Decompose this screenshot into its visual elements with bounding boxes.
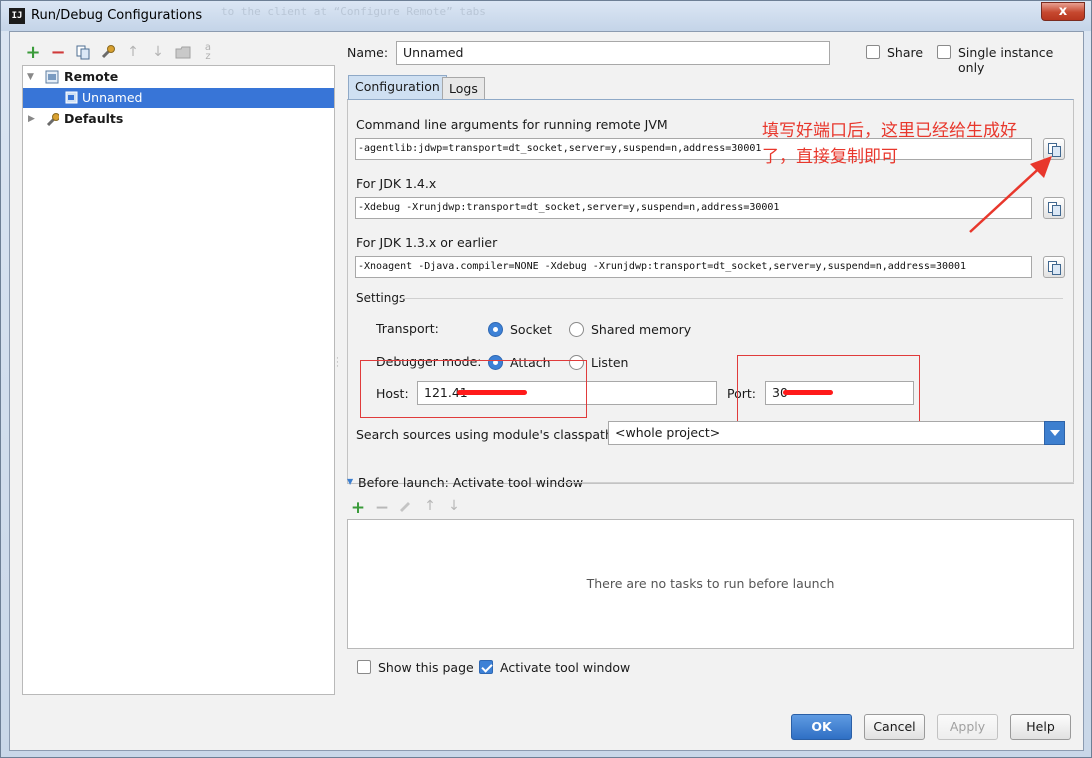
run-debug-configurations-dialog: IJ Run/Debug Configurations to the clien… xyxy=(0,0,1092,758)
mode-listen-label: Listen xyxy=(591,355,629,370)
transport-socket-label: Socket xyxy=(510,322,552,337)
copy-icon xyxy=(1052,264,1061,275)
search-sources-select[interactable]: <whole project> xyxy=(608,421,1065,445)
share-checkbox[interactable] xyxy=(866,45,880,59)
transport-label: Transport: xyxy=(376,321,439,336)
dialog-content: + − ↑ ↓ az ▼ Remote Unnamed ▶ Defaults ·… xyxy=(9,31,1084,751)
intellij-app-icon: IJ xyxy=(9,8,25,24)
tree-item-label: Defaults xyxy=(64,111,124,126)
transport-socket-radio[interactable] xyxy=(488,322,503,337)
copy-jdk13-button[interactable] xyxy=(1043,256,1065,278)
annotation-line-1: 填写好端口后，这里已经给生成好 xyxy=(762,121,1017,141)
port-highlight-box xyxy=(737,355,920,427)
jdk13-args-field[interactable]: -Xnoagent -Djava.compiler=NONE -Xdebug -… xyxy=(355,256,1032,278)
dropdown-arrow-icon[interactable] xyxy=(1044,421,1065,445)
transport-shared-memory-radio[interactable] xyxy=(569,322,584,337)
edit-task-pencil-icon[interactable] xyxy=(398,498,414,518)
expanded-arrow-icon[interactable]: ▼ xyxy=(27,67,34,87)
apply-button[interactable]: Apply xyxy=(937,714,998,740)
share-label: Share xyxy=(887,45,924,60)
tab-logs[interactable]: Logs xyxy=(442,77,485,99)
edit-defaults-wrench-icon[interactable] xyxy=(99,43,117,61)
single-instance-label: Single instance only xyxy=(958,45,1054,75)
jdk13-label: For JDK 1.3.x or earlier xyxy=(356,235,498,250)
task-down-icon[interactable]: ↓ xyxy=(446,498,462,518)
splitter-handle[interactable]: · · · xyxy=(336,355,339,372)
annotation-arrow-icon xyxy=(969,156,1052,233)
name-input[interactable]: Unnamed xyxy=(396,41,830,65)
folder-icon[interactable] xyxy=(174,43,192,61)
tree-item-label: Remote xyxy=(64,69,119,84)
jdk14-args-field[interactable]: -Xdebug -Xrunjdwp:transport=dt_socket,se… xyxy=(355,197,1032,219)
config-tree: ▼ Remote Unnamed ▶ Defaults xyxy=(22,65,335,695)
task-up-icon[interactable]: ↑ xyxy=(422,498,438,518)
search-sources-value: <whole project> xyxy=(615,425,721,440)
search-sources-label: Search sources using module's classpath: xyxy=(356,427,618,442)
collapsed-arrow-icon[interactable]: ▶ xyxy=(28,109,35,129)
activate-tool-window-checkbox[interactable] xyxy=(479,660,493,674)
config-tree-toolbar: + − ↑ ↓ az xyxy=(24,42,217,63)
no-tasks-message: There are no tasks to run before launch xyxy=(586,576,835,591)
add-config-icon[interactable]: + xyxy=(24,42,42,63)
close-window-button[interactable]: x xyxy=(1041,2,1085,21)
add-task-icon[interactable]: + xyxy=(350,498,366,518)
tree-item-remote[interactable]: ▼ Remote xyxy=(23,67,334,87)
remove-config-icon[interactable]: − xyxy=(49,42,67,63)
name-label: Name: xyxy=(347,45,389,60)
move-down-icon[interactable]: ↓ xyxy=(149,43,167,61)
background-window-text: to the client at “Configure Remote” tabs xyxy=(221,5,486,18)
before-launch-separator xyxy=(562,482,1074,483)
before-launch-title: Before launch: Activate tool window xyxy=(358,475,584,490)
before-launch-toolbar: + − ↑ ↓ xyxy=(350,498,462,518)
remote-config-icon xyxy=(45,70,59,84)
single-instance-checkbox[interactable] xyxy=(937,45,951,59)
defaults-wrench-icon xyxy=(46,113,59,126)
tree-item-unnamed[interactable]: Unnamed xyxy=(23,88,334,108)
tree-item-label: Unnamed xyxy=(82,90,143,105)
transport-shared-memory-label: Shared memory xyxy=(591,322,692,337)
tab-configuration[interactable]: Configuration xyxy=(348,75,447,99)
before-launch-collapse-icon[interactable]: ▼ xyxy=(347,477,353,486)
before-launch-task-list: There are no tasks to run before launch xyxy=(347,519,1074,649)
jdk14-label: For JDK 1.4.x xyxy=(356,176,437,191)
show-this-page-label: Show this page xyxy=(378,660,474,675)
sort-icon[interactable]: az xyxy=(199,43,217,62)
activate-tool-window-label: Activate tool window xyxy=(500,660,631,675)
settings-heading: Settings xyxy=(356,291,406,305)
settings-separator xyxy=(400,298,1063,299)
remote-instance-icon xyxy=(65,91,78,104)
cmd-args-label: Command line arguments for running remot… xyxy=(356,117,668,132)
remove-task-icon[interactable]: − xyxy=(374,498,390,518)
ok-button[interactable]: OK xyxy=(791,714,852,740)
copy-config-icon[interactable] xyxy=(74,43,92,61)
window-title: Run/Debug Configurations xyxy=(31,8,203,23)
help-button[interactable]: Help xyxy=(1010,714,1071,740)
show-this-page-checkbox[interactable] xyxy=(357,660,371,674)
cancel-button[interactable]: Cancel xyxy=(864,714,925,740)
tree-item-defaults[interactable]: ▶ Defaults xyxy=(23,109,334,129)
move-up-icon[interactable]: ↑ xyxy=(124,43,142,61)
title-bar: IJ Run/Debug Configurations to the clien… xyxy=(1,1,1091,31)
host-highlight-box xyxy=(360,360,587,418)
